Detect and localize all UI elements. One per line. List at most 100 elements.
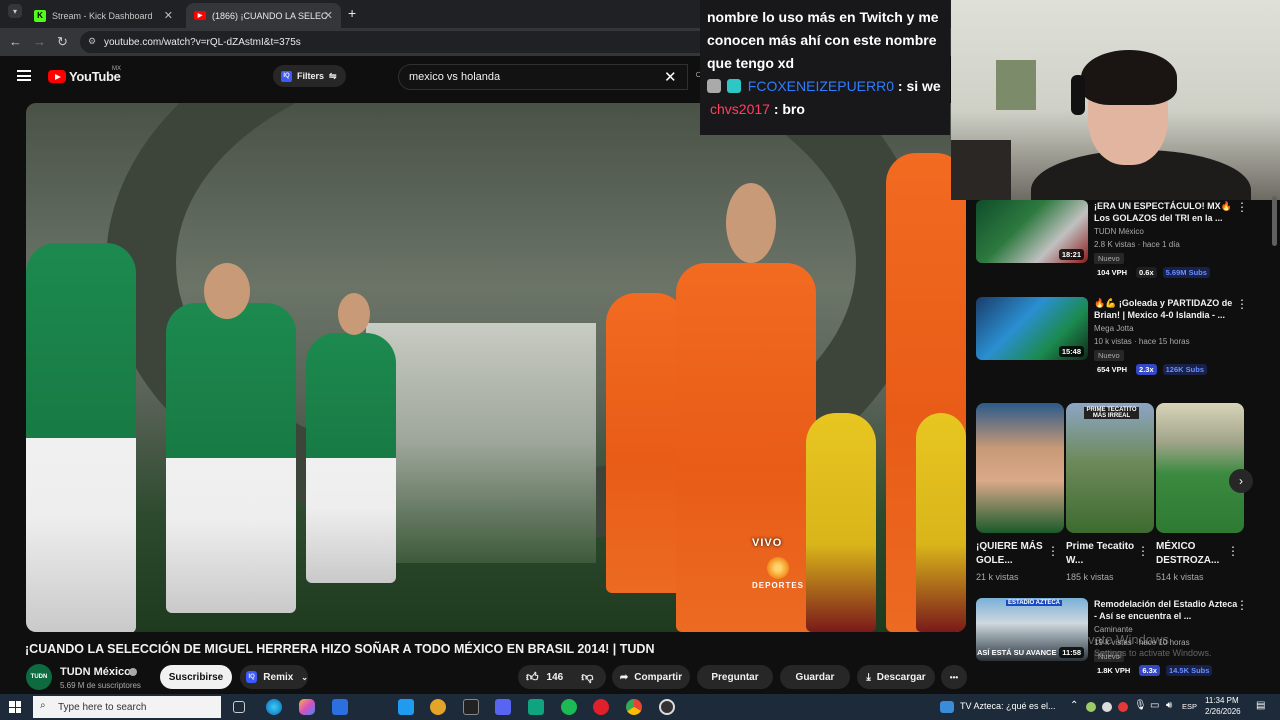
more-options-icon[interactable]: ⋮ bbox=[1236, 297, 1248, 311]
microphone-icon[interactable]: 🎙︎ bbox=[1134, 700, 1147, 711]
verified-icon bbox=[129, 668, 137, 676]
taskbar-search-input[interactable]: ⌕ Type here to search bbox=[33, 696, 221, 718]
more-options-icon[interactable]: ⋮ bbox=[1137, 544, 1149, 558]
recommended-views: 10 k vistas · hace 15 horas bbox=[1094, 337, 1190, 346]
task-view-icon[interactable] bbox=[233, 701, 245, 713]
iq-extension-icon: IQ bbox=[246, 671, 258, 683]
channel-name[interactable]: TUDN México bbox=[60, 666, 131, 678]
duration: 15:48 bbox=[1058, 346, 1084, 357]
video-thumbnail[interactable]: 15:48 bbox=[976, 297, 1088, 360]
discord-icon[interactable] bbox=[495, 699, 511, 715]
search-icon: ⌕ bbox=[40, 700, 46, 711]
tray-chevron-icon[interactable]: ⌃ bbox=[1070, 700, 1078, 711]
photos-icon[interactable] bbox=[528, 699, 544, 715]
ask-label: Preguntar bbox=[711, 671, 759, 683]
brave-icon[interactable] bbox=[430, 699, 446, 715]
video-frame-mascot bbox=[806, 413, 876, 632]
broadcaster-logo bbox=[767, 557, 789, 579]
volume-icon[interactable]: 🔊︎ bbox=[1166, 700, 1172, 711]
search-input[interactable]: mexico vs holanda bbox=[398, 64, 688, 90]
language-indicator[interactable]: ESP bbox=[1182, 702, 1197, 711]
vph-stat: 654 VPH bbox=[1094, 364, 1131, 375]
sidebar-scrollbar[interactable] bbox=[1272, 196, 1277, 246]
tray-app-icon[interactable] bbox=[1102, 702, 1112, 712]
chevron-right-icon[interactable]: › bbox=[1229, 469, 1253, 493]
channel-avatar[interactable]: TUDN bbox=[26, 664, 52, 690]
recommended-channel: Mega Jotta bbox=[1094, 324, 1134, 333]
store-icon[interactable] bbox=[332, 699, 348, 715]
obs-icon[interactable] bbox=[659, 699, 675, 715]
terminal-icon[interactable] bbox=[463, 699, 479, 715]
ask-button[interactable]: Preguntar bbox=[697, 665, 773, 689]
edge-icon[interactable] bbox=[266, 699, 282, 715]
remix-button[interactable]: IQ Remix ⌄ bbox=[240, 665, 308, 689]
video-frame-player bbox=[306, 333, 396, 583]
url-field[interactable]: ⚙ youtube.com/watch?v=rQL-dZAstmI&t=375s bbox=[80, 31, 720, 53]
close-tab-icon[interactable]: ✕ bbox=[164, 9, 173, 22]
tray-app-icon[interactable] bbox=[1118, 702, 1128, 712]
download-button[interactable]: ⤓ Descargar bbox=[857, 665, 935, 689]
recommended-video[interactable]: 18:21 ¡ERA UN ESPECTÁCULO! MX🔥 Los GOLAZ… bbox=[976, 200, 1266, 280]
tray-app-icon[interactable] bbox=[1086, 702, 1096, 712]
filters-button[interactable]: IQ Filters ⇋ bbox=[273, 65, 346, 87]
tab-youtube-video[interactable]: ▶ (1866) ¡CUANDO LA SELECCIÓN ✕ bbox=[186, 3, 341, 28]
video-thumbnail[interactable]: ESTADIO AZTECA ASÍ ESTÁ SU AVANCE 11:58 bbox=[976, 598, 1088, 661]
taskbar-time[interactable]: 11:34 PM bbox=[1205, 696, 1239, 705]
menu-icon[interactable] bbox=[17, 70, 31, 81]
close-tab-icon[interactable]: ✕ bbox=[324, 9, 333, 22]
windows-start-icon[interactable] bbox=[9, 701, 21, 713]
download-icon: ⤓ bbox=[866, 671, 871, 683]
video-frame-head bbox=[204, 263, 250, 319]
short-title[interactable]: Prime Tecatito W... bbox=[1066, 540, 1136, 568]
short-title[interactable]: MÉXICO DESTROZA... bbox=[1156, 540, 1226, 568]
short-thumbnail[interactable] bbox=[976, 403, 1064, 533]
youtube-play-icon bbox=[48, 70, 66, 83]
video-player[interactable]: VIVO DEPORTES bbox=[26, 103, 966, 632]
share-button[interactable]: ➦ Compartir bbox=[612, 665, 690, 689]
more-actions-button[interactable]: ••• bbox=[941, 665, 967, 689]
like-icon[interactable]: 👍︎ bbox=[526, 670, 539, 685]
like-count[interactable]: 146 bbox=[547, 672, 564, 683]
video-thumbnail[interactable]: 18:21 bbox=[976, 200, 1088, 263]
short-views: 514 k vistas bbox=[1156, 572, 1204, 582]
tab-search-button[interactable]: ▾ bbox=[8, 4, 22, 18]
network-icon[interactable]: ▭ bbox=[1150, 700, 1159, 711]
more-options-icon[interactable]: ⋮ bbox=[1227, 544, 1239, 558]
news-widget-icon[interactable] bbox=[940, 701, 954, 713]
vscode-icon[interactable] bbox=[398, 699, 414, 715]
back-icon[interactable]: ← bbox=[9, 34, 22, 49]
youtube-logo[interactable]: YouTube MX bbox=[48, 66, 121, 84]
more-options-icon[interactable]: ⋮ bbox=[1236, 200, 1248, 214]
short-views: 21 k vistas bbox=[976, 572, 1019, 582]
recommended-video[interactable]: 15:48 🔥💪 ¡Goleada y PARTIDAZO de Brian! … bbox=[976, 297, 1266, 377]
opera-icon[interactable] bbox=[593, 699, 609, 715]
dislike-icon[interactable]: 👎︎ bbox=[581, 670, 593, 685]
copilot-icon[interactable] bbox=[299, 699, 315, 715]
clear-search-icon[interactable]: ✕ bbox=[664, 68, 677, 86]
subscribe-button[interactable]: Suscribirse bbox=[160, 665, 232, 689]
save-button[interactable]: Guardar bbox=[780, 665, 850, 689]
more-options-icon[interactable]: ⋮ bbox=[1047, 544, 1059, 558]
spotify-icon[interactable] bbox=[561, 699, 577, 715]
reload-icon[interactable]: ↻ bbox=[57, 34, 68, 50]
vph-stat: 104 VPH bbox=[1094, 267, 1131, 278]
taskbar-date[interactable]: 2/26/2026 bbox=[1205, 707, 1241, 716]
video-frame-player bbox=[166, 303, 296, 613]
multiplier-stat: 2.3x bbox=[1136, 364, 1157, 375]
video-frame-mascot bbox=[916, 413, 966, 632]
new-badge: Nuevo bbox=[1094, 253, 1124, 264]
short-title[interactable]: ¡QUIERE MÁS GOLE... bbox=[976, 540, 1046, 568]
tab-kick-dashboard[interactable]: K Stream - Kick Dashboard ✕ bbox=[26, 3, 181, 28]
more-options-icon[interactable]: ⋮ bbox=[1236, 598, 1248, 612]
taskbar-news-text[interactable]: TV Azteca: ¿qué es el... bbox=[960, 701, 1056, 711]
remix-label: Remix bbox=[263, 671, 294, 683]
chat-message: FCOXENEIZEPUERR0 : si we bbox=[707, 75, 950, 98]
site-info-icon[interactable]: ⚙ bbox=[88, 36, 96, 47]
short-thumbnail[interactable] bbox=[1156, 403, 1244, 533]
new-tab-button[interactable]: + bbox=[348, 5, 356, 21]
like-dislike-group: 👍︎ 146 👎︎ bbox=[518, 665, 606, 689]
short-thumbnail[interactable]: PRIME TECATITO MÁS IRREAL bbox=[1066, 403, 1154, 533]
chrome-icon[interactable] bbox=[626, 699, 642, 715]
notifications-icon[interactable]: ▤ bbox=[1256, 700, 1265, 711]
forward-icon[interactable]: → bbox=[33, 34, 46, 49]
